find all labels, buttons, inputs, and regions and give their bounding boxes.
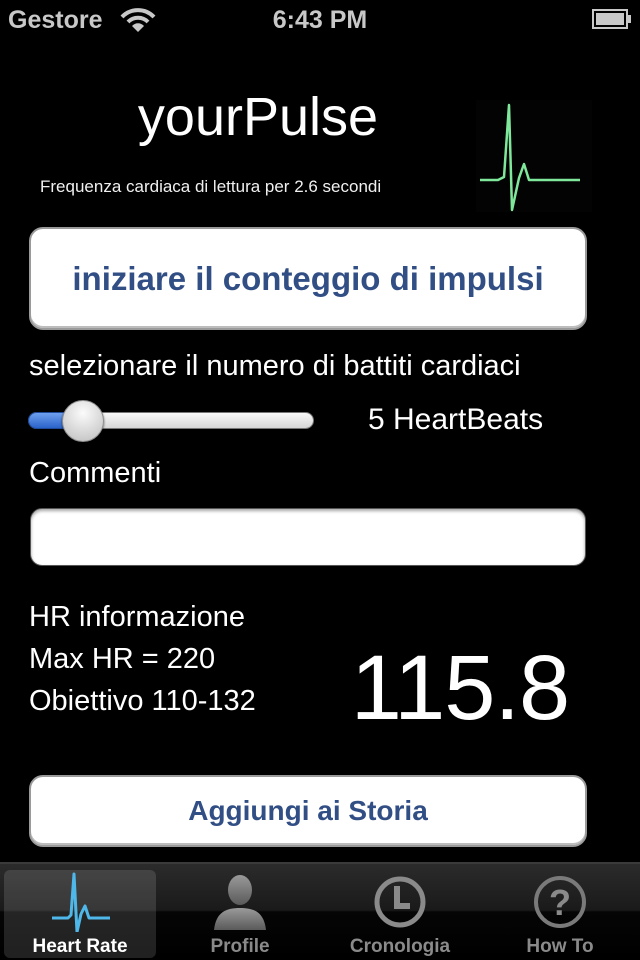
hr-info-heading: HR informazione <box>29 601 245 633</box>
tab-cronologia[interactable]: Cronologia <box>324 870 476 958</box>
heartbeat-select-label: selezionare il numero di battiti cardiac… <box>29 350 521 382</box>
max-hr-text: Max HR = 220 <box>29 643 216 675</box>
hr-info-block: HR informazione Max HR = 220 Obiettivo 1… <box>29 596 299 722</box>
heartbeats-value: 5 HeartBeats <box>368 403 544 436</box>
ecg-icon <box>52 872 110 932</box>
app-subtitle: Frequenza cardiaca di lettura per 2.6 se… <box>40 177 382 196</box>
status-bar: Gestore 6:43 PM <box>0 0 640 40</box>
current-heart-rate: 115.8 <box>350 637 570 739</box>
tab-bar: Heart Rate Profile Cronologia ? How To <box>0 862 640 960</box>
status-time: 6:43 PM <box>272 6 368 34</box>
start-pulse-count-button[interactable]: iniziare il conteggio di impulsi <box>29 227 587 330</box>
tab-how-to[interactable]: ? How To <box>484 870 636 958</box>
tab-label: Profile <box>210 936 270 957</box>
clock-icon <box>374 876 426 928</box>
svg-text:?: ? <box>549 882 571 923</box>
tab-label: Cronologia <box>349 936 451 957</box>
question-icon: ? <box>534 876 586 928</box>
comments-label: Commenti <box>29 457 162 489</box>
battery-full-icon <box>592 9 631 29</box>
tab-heart-rate[interactable]: Heart Rate <box>4 870 156 958</box>
person-icon <box>214 875 266 930</box>
ecg-pulse-icon <box>476 100 592 212</box>
tab-label: How To <box>526 936 594 957</box>
slider-thumb[interactable] <box>62 400 105 442</box>
comments-input[interactable] <box>30 508 586 566</box>
add-to-history-button[interactable]: Aggiungi ai Storia <box>29 775 587 847</box>
target-hr-text: Obiettivo 110-132 <box>29 685 256 717</box>
tab-label: Heart Rate <box>32 936 128 957</box>
heartbeat-slider[interactable] <box>28 400 314 442</box>
tab-profile[interactable]: Profile <box>164 870 316 958</box>
app-title: yourPulse <box>137 87 379 147</box>
